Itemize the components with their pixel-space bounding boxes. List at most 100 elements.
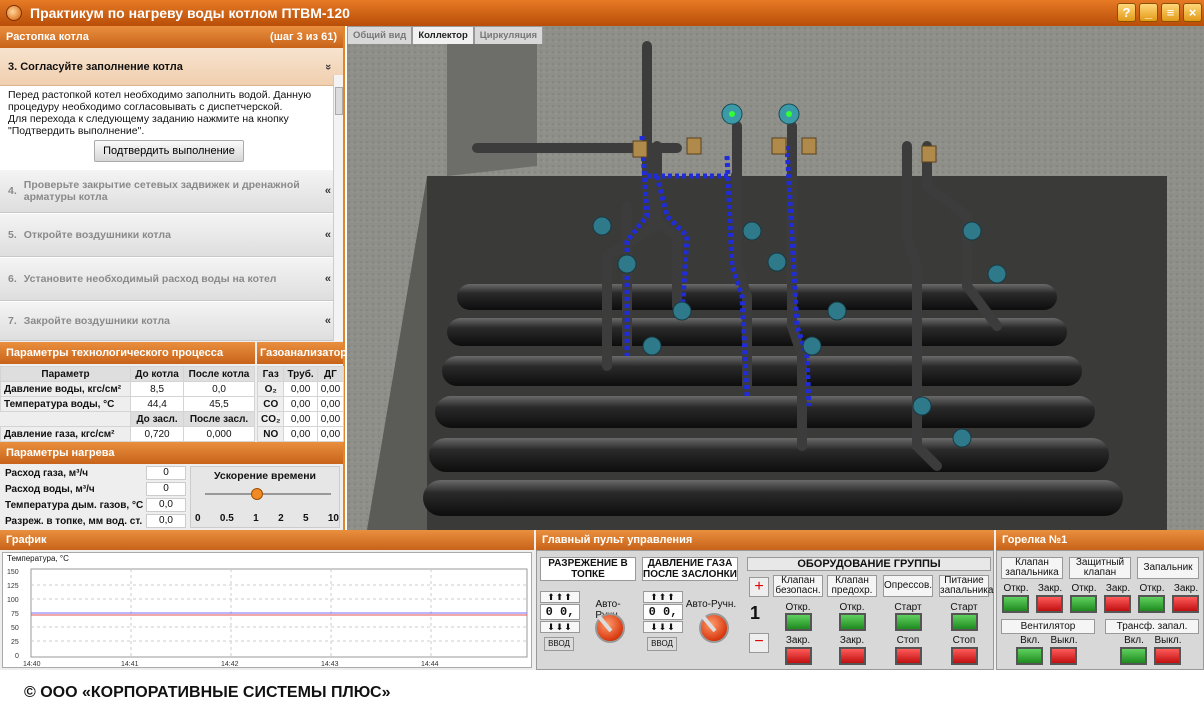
vacuum-title: РАЗРЕЖЕНИЕ В ТОПКЕ [540,557,636,581]
step-num: 5. [8,229,17,241]
vacuum-knob[interactable] [595,613,625,643]
gas-up-arrows[interactable]: ⬆⬆⬆ [643,591,683,603]
step-item-7[interactable]: 7. Закройте воздушники котла « [0,301,343,341]
speed-track[interactable] [205,493,331,495]
active-step-header[interactable]: 3. Согласуйте заполнение котла » [0,48,343,86]
heat-value: 0 [146,466,186,480]
igniter-power-label: Питание запальника [939,575,994,597]
y-tick: 25 [11,639,19,646]
igniter-stop-button[interactable] [951,647,978,665]
x-tick: 14:42 [221,661,239,668]
scroll-thumb[interactable] [335,87,343,115]
process-title: Параметры технологического процесса [0,342,255,364]
protective-valve-label: Защитный клапан [1069,557,1131,579]
gas-input-button[interactable]: ВВОД [647,637,677,651]
safety-valve-label: Клапан безопасн. [773,575,823,597]
temperature-chart: 150 125 100 75 50 25 0 14:40 14:41 14:42 14:43 14:… [7,568,528,668]
param-name: Давление воды, кгс/см² [0,381,132,397]
y-tick: 0 [15,653,19,660]
param-value: 44,4 [130,396,185,412]
heat-label: Расход воды, м³/ч [5,484,95,495]
col-param: Параметр [0,366,132,382]
transformer-off-button[interactable] [1154,647,1181,665]
group-plus-button[interactable]: + [749,577,769,597]
gas-value: 0,00 [283,396,318,412]
app-title: Практикум по нагреву воды котлом ПТВМ-12… [30,5,350,21]
confirm-button[interactable]: Подтвердить выполнение [94,140,244,162]
close-label: Закр. [839,635,865,646]
vacuum-up-arrows[interactable]: ⬆⬆⬆ [540,591,580,603]
x-tick: 14:43 [321,661,339,668]
gas-value: 0,00 [283,381,318,397]
gas-name: CO [256,396,285,412]
collector-3d-view[interactable]: Общий вид Коллектор Циркуляция [347,26,1204,530]
igniter-valve-label: Клапан запальника [1001,557,1063,579]
tab-collector[interactable]: Коллектор [412,26,474,44]
on-label: Вкл. [1124,635,1144,646]
fan-off-button[interactable] [1050,647,1077,665]
group-minus-button[interactable]: − [749,633,769,653]
y-tick: 100 [7,597,19,604]
chevron-down-icon: » [321,63,334,70]
active-step-body: Перед растопкой котел необходимо заполни… [0,86,343,169]
protective-valve-open-button[interactable] [1070,595,1097,613]
left-panel: Растопка котла (шаг 3 из 61) 3. Согласуй… [0,26,347,530]
chevron-icon: « [324,273,331,285]
steps-scrollbar[interactable] [333,75,343,341]
x-tick: 14:40 [23,661,41,668]
gas-title: Газоанализатор [257,342,347,364]
graph-area: Температура, °С 150 125 100 75 50 25 0 14:40 14… [2,552,532,668]
col-after-valve: После засл. [183,411,255,427]
gas-name: O₂ [256,381,285,397]
igniter-valve-close-button[interactable] [1036,595,1063,613]
param-value: 0,000 [183,426,255,442]
close-button[interactable]: × [1183,3,1202,22]
relief-close-button[interactable] [839,647,866,665]
vacuum-input-button[interactable]: ВВОД [544,637,574,651]
pressure-test-label: Опрессов. [883,575,933,597]
speed-title: Ускорение времени [213,470,317,482]
heat-value: 0,0 [146,498,186,512]
notes-button[interactable]: ≡ [1161,3,1180,22]
gas-pressure-title: ДАВЛЕНИЕ ГАЗА ПОСЛЕ ЗАСЛОНКИ [642,557,738,581]
speed-tick: 1 [253,513,259,524]
help-button[interactable]: ? [1117,3,1136,22]
close-label: Закр. [785,635,811,646]
gas-value: 0,00 [316,426,345,442]
safety-open-button[interactable] [785,613,812,631]
test-start-button[interactable] [895,613,922,631]
protective-valve-close-button[interactable] [1104,595,1131,613]
vacuum-digits: 0 0, 0 [540,604,580,633]
stop-label: Стоп [896,635,920,646]
burner-title: Горелка №1 [996,530,1204,550]
igniter-valve-open-button[interactable] [1002,595,1029,613]
y-tick: 75 [11,611,19,618]
steps-counter: (шаг 3 из 61) [270,31,337,43]
step-item-4[interactable]: 4. Проверьте закрытие сетевых задвижек и… [0,169,343,213]
start-label: Старт [950,602,978,613]
transformer-on-button[interactable] [1120,647,1147,665]
relief-open-button[interactable] [839,613,866,631]
chevron-icon: « [324,229,331,241]
gas-knob[interactable] [699,613,729,643]
vacuum-down-arrows[interactable]: ⬇⬇⬇ [540,621,580,633]
igniter-start-button[interactable] [951,613,978,631]
tab-overview[interactable]: Общий вид [347,26,413,44]
step-text-3: Для перехода к следующему заданию нажмит… [8,113,289,125]
gas-down-arrows[interactable]: ⬇⬇⬇ [643,621,683,633]
igniter-open-button[interactable] [1138,595,1165,613]
speed-slider-thumb[interactable] [251,488,263,500]
safety-close-button[interactable] [785,647,812,665]
tab-circulation[interactable]: Циркуляция [473,26,544,44]
off-label: Выкл. [1154,635,1182,646]
fan-on-button[interactable] [1016,647,1043,665]
step-item-6[interactable]: 6. Установите необходимый расход воды на… [0,257,343,301]
process-params: Параметры технологического процесса Пара… [0,342,255,442]
heat-value: 0 [146,482,186,496]
y-tick: 50 [11,625,19,632]
step-item-5[interactable]: 5. Откройте воздушники котла « [0,213,343,257]
x-tick: 14:44 [421,661,439,668]
igniter-close-button[interactable] [1172,595,1199,613]
minimize-button[interactable]: _ [1139,3,1158,22]
test-stop-button[interactable] [895,647,922,665]
